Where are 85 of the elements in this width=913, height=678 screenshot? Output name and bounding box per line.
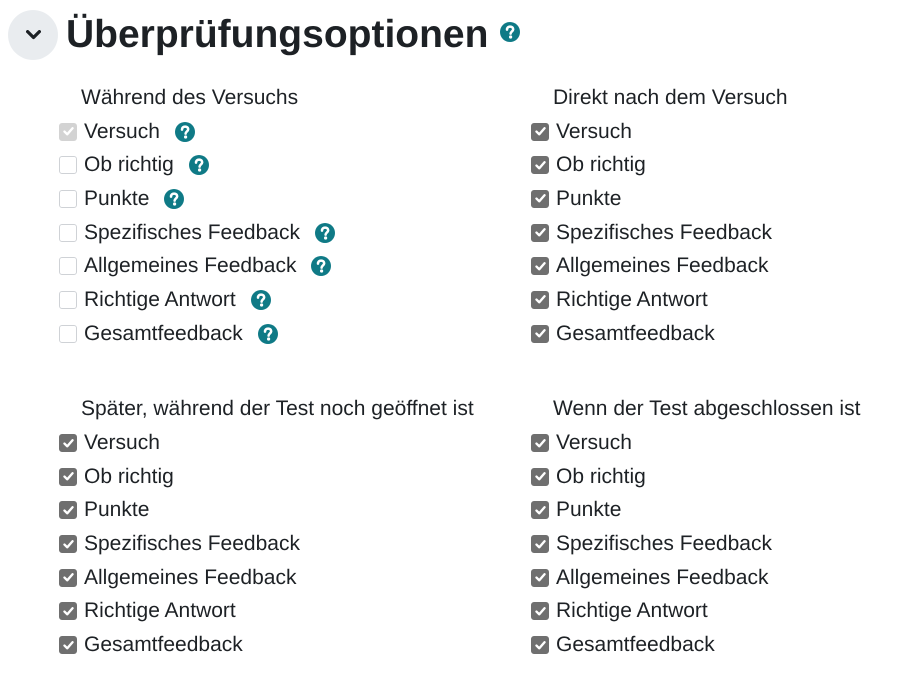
checkbox[interactable] bbox=[59, 468, 77, 486]
option-label: Allgemeines Feedback bbox=[556, 254, 768, 278]
option-label: Ob richtig bbox=[84, 464, 174, 489]
check-icon bbox=[62, 506, 74, 515]
check-icon bbox=[534, 540, 546, 549]
option-label: Punkte bbox=[556, 498, 622, 522]
check-icon bbox=[534, 606, 546, 616]
checkbox[interactable] bbox=[59, 602, 77, 620]
option-label: Richtige Antwort bbox=[84, 288, 236, 312]
checkbox[interactable] bbox=[531, 324, 549, 343]
help-icon[interactable] bbox=[250, 290, 271, 310]
option-label: Versuch bbox=[556, 431, 632, 456]
checkbox[interactable] bbox=[59, 434, 77, 452]
checkbox[interactable] bbox=[531, 257, 549, 276]
check-icon bbox=[534, 472, 546, 482]
help-icon[interactable] bbox=[311, 256, 332, 276]
checkbox[interactable] bbox=[531, 156, 549, 174]
help-icon[interactable] bbox=[500, 22, 520, 42]
check-icon bbox=[534, 573, 546, 582]
option-label: Ob richtig bbox=[556, 153, 646, 178]
checkbox[interactable] bbox=[59, 535, 77, 554]
check-icon bbox=[62, 472, 74, 482]
check-icon bbox=[62, 573, 74, 582]
option-label: Allgemeines Feedback bbox=[84, 566, 296, 590]
option-label: Allgemeines Feedback bbox=[556, 566, 768, 590]
checkbox[interactable] bbox=[59, 636, 77, 654]
checkbox[interactable] bbox=[59, 568, 77, 587]
option-label: Punkte bbox=[556, 186, 622, 211]
option-label: Spezifisches Feedback bbox=[556, 532, 772, 556]
option-label: Gesamtfeedback bbox=[556, 633, 715, 658]
option-label: Richtige Antwort bbox=[84, 599, 236, 624]
group-heading: Direkt nach dem Versuch bbox=[553, 86, 788, 110]
checkbox[interactable] bbox=[531, 535, 549, 554]
check-icon bbox=[534, 194, 546, 204]
option-label: Ob richtig bbox=[556, 464, 646, 489]
option-label: Punkte bbox=[84, 498, 150, 522]
check-icon bbox=[534, 506, 546, 515]
check-icon bbox=[62, 606, 74, 616]
check-icon bbox=[62, 127, 74, 136]
checkbox[interactable] bbox=[531, 224, 549, 242]
check-icon bbox=[534, 640, 546, 650]
check-icon bbox=[534, 438, 546, 448]
option-label: Versuch bbox=[84, 120, 160, 144]
checkbox[interactable] bbox=[531, 434, 549, 452]
checkbox[interactable] bbox=[59, 501, 77, 520]
check-icon bbox=[534, 262, 546, 271]
collapse-button[interactable] bbox=[8, 10, 58, 60]
check-icon bbox=[62, 540, 74, 549]
option-label: Gesamtfeedback bbox=[556, 322, 715, 346]
checkbox[interactable] bbox=[531, 568, 549, 587]
checkbox[interactable] bbox=[531, 501, 549, 520]
chevron-icon bbox=[26, 30, 40, 40]
option-label: Versuch bbox=[84, 431, 160, 456]
option-label: Spezifisches Feedback bbox=[84, 220, 300, 245]
help-icon[interactable] bbox=[258, 324, 278, 344]
check-icon bbox=[534, 127, 546, 136]
option-label: Spezifisches Feedback bbox=[84, 532, 300, 556]
section-title: Überprüfungsoptionen bbox=[66, 14, 488, 56]
check-icon bbox=[62, 438, 74, 448]
option-label: Richtige Antwort bbox=[556, 288, 708, 312]
option-label: Gesamtfeedback bbox=[84, 633, 243, 658]
checkbox[interactable] bbox=[531, 468, 549, 486]
checkbox[interactable] bbox=[531, 636, 549, 654]
checkbox[interactable] bbox=[531, 290, 549, 309]
option-label: Gesamtfeedback bbox=[84, 322, 243, 346]
checkbox[interactable] bbox=[531, 190, 549, 208]
help-icon[interactable] bbox=[164, 188, 184, 209]
help-icon[interactable] bbox=[188, 155, 209, 176]
option-label: Richtige Antwort bbox=[556, 599, 708, 624]
option-label: Versuch bbox=[556, 120, 632, 144]
check-icon bbox=[534, 228, 546, 238]
group-heading: Wenn der Test abgeschlossen ist bbox=[553, 397, 860, 422]
option-label: Punkte bbox=[84, 186, 150, 211]
checkbox[interactable] bbox=[531, 122, 549, 141]
option-label: Allgemeines Feedback bbox=[84, 254, 296, 278]
check-icon bbox=[62, 640, 74, 650]
option-label: Spezifisches Feedback bbox=[556, 220, 772, 245]
help-icon[interactable] bbox=[314, 222, 335, 243]
check-icon bbox=[534, 329, 546, 338]
checkbox[interactable] bbox=[531, 602, 549, 620]
group-heading: Später, während der Test noch geöffnet ist bbox=[81, 397, 474, 422]
check-icon bbox=[534, 295, 546, 304]
option-label: Ob richtig bbox=[84, 153, 174, 178]
check-icon bbox=[534, 160, 546, 170]
group-heading: Während des Versuchs bbox=[81, 86, 298, 110]
